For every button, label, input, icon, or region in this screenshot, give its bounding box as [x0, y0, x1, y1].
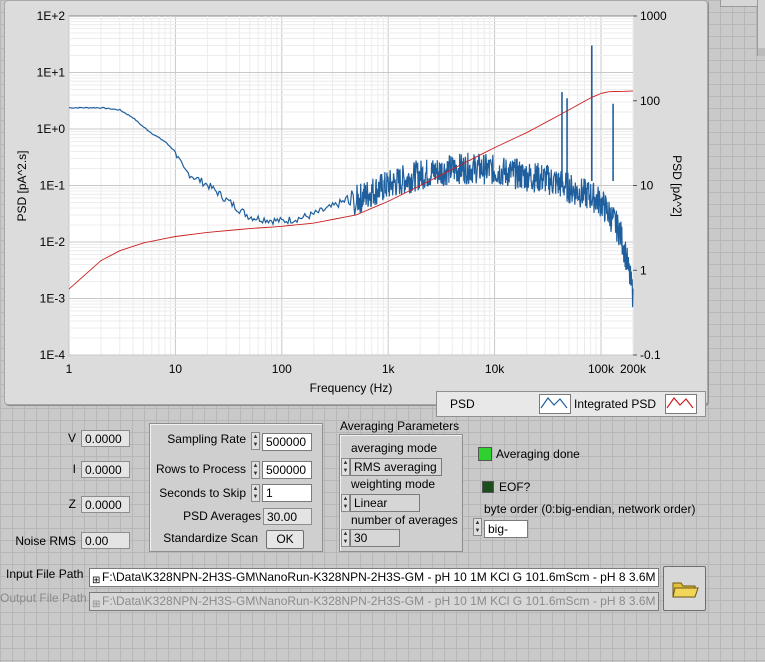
x-axis-label: Frequency (Hz) — [310, 381, 393, 395]
x-tick-label: 1 — [66, 362, 73, 376]
psd-averages-label: PSD Averages — [183, 509, 261, 523]
input-file-path-field[interactable]: ⊞ F:\Data\K328NPN-2H3S-GM\NanoRun-K328NP… — [89, 568, 659, 587]
y-tick-label: 1E+2 — [37, 9, 66, 23]
byte-order-label: byte order (0:big-endian, network order) — [484, 502, 696, 516]
eof-label: EOF? — [499, 480, 531, 494]
path-icon: ⊞ — [92, 575, 101, 586]
y2-tick-label: 100 — [640, 94, 660, 108]
plot-legend[interactable]: PSD Integrated PSD — [436, 391, 706, 417]
x-tick-label: 100k — [588, 362, 615, 376]
i-indicator: 0.0000 — [81, 461, 130, 478]
noise-rms-label: Noise RMS — [15, 534, 76, 548]
byte-order-select[interactable]: big- — [484, 520, 528, 538]
noise-rms-indicator: 0.00 — [81, 532, 130, 549]
averaging-mode-label: averaging mode — [351, 441, 438, 455]
standardize-scan-label: Standardize Scan — [163, 531, 258, 545]
z-label: Z — [68, 497, 76, 511]
x-tick-label: 10k — [485, 362, 505, 376]
number-of-averages-label: number of averages — [351, 513, 458, 527]
averaging-done-label: Averaging done — [496, 447, 580, 461]
x-tick-label: 1k — [382, 362, 396, 376]
y2-tick-label: -0.1 — [640, 348, 661, 362]
y-tick-label: 1E+1 — [37, 66, 66, 80]
averaging-done-led — [478, 447, 492, 461]
x-tick-label: 10 — [169, 362, 183, 376]
y-tick-label: 1E-2 — [40, 235, 66, 249]
y2-tick-label: 1 — [640, 263, 647, 277]
z-indicator: 0.0000 — [81, 496, 130, 513]
legend-integrated-swatch[interactable] — [665, 394, 697, 414]
y2-axis-label: PSD [pA^2] — [670, 155, 684, 217]
byte-order-spinner[interactable]: ▲ ▼ — [473, 518, 482, 536]
averaging-mode-select[interactable]: RMS averaging — [350, 458, 442, 476]
seconds-to-skip-input[interactable]: 1 — [262, 484, 312, 502]
rows-to-process-spinner[interactable]: ▲ ▼ — [251, 461, 260, 479]
x-tick-label: 200k — [620, 362, 647, 376]
weighting-mode-select[interactable]: Linear — [350, 494, 420, 512]
seconds-to-skip-label: Seconds to Skip — [159, 486, 246, 500]
output-file-path-field: ⊞ F:\Data\K328NPN-2H3S-GM\NanoRun-K328NP… — [89, 592, 659, 611]
y-tick-label: 1E-1 — [40, 179, 66, 193]
output-file-path-value: F:\Data\K328NPN-2H3S-GM\NanoRun-K328NPN-… — [102, 594, 656, 608]
y-axis-label: PSD [pA^2.s] — [15, 151, 29, 222]
weighting-mode-spinner[interactable]: ▲ ▼ — [341, 494, 350, 512]
number-of-averages-spinner[interactable]: ▲ ▼ — [341, 529, 350, 547]
number-of-averages-input[interactable]: 30 — [350, 529, 400, 547]
y-tick-label: 1E-4 — [40, 348, 66, 362]
sampling-rate-label: Sampling Rate — [167, 432, 246, 446]
y-tick-label: 1E+0 — [37, 122, 66, 136]
y2-tick-label: 10 — [640, 179, 654, 193]
eof-led — [482, 481, 494, 493]
rows-to-process-input[interactable]: 500000 — [262, 461, 312, 479]
y-tick-label: 1E-3 — [40, 292, 66, 306]
x-tick-label: 100 — [272, 362, 292, 376]
folder-icon — [671, 582, 699, 598]
i-label: I — [72, 462, 76, 476]
input-file-path-label: Input File Path — [6, 567, 84, 581]
vertical-scrollbar[interactable] — [757, 0, 765, 48]
averaging-mode-spinner[interactable]: ▲ ▼ — [341, 458, 350, 476]
weighting-mode-label: weighting mode — [351, 477, 436, 491]
output-file-path-label: Output File Path — [0, 591, 87, 605]
psd-averages-indicator: 30.00 — [263, 508, 312, 525]
tab-stub — [720, 0, 759, 7]
y2-tick-label: 1000 — [640, 9, 667, 23]
psd-graph: 1 10 100 1k 10k 100k 200k 1E+2 1E+1 1E+0 1E-1 1E-2 1… — [4, 0, 708, 405]
standardize-ok-button[interactable]: OK — [266, 530, 304, 549]
seconds-to-skip-spinner[interactable]: ▲ ▼ — [251, 484, 260, 502]
scrollbar-arrow[interactable] — [757, 48, 765, 56]
psd-chart-svg: 1 10 100 1k 10k 100k 200k 1E+2 1E+1 1E+0 1E-1 1E-2 1… — [15, 9, 684, 395]
averaging-parameters-title: Averaging Parameters — [340, 419, 460, 433]
sampling-rate-input[interactable]: 500000 — [262, 433, 312, 451]
legend-psd-swatch[interactable] — [539, 394, 571, 414]
input-file-path-value: F:\Data\K328NPN-2H3S-GM\NanoRun-K328NPN-… — [102, 570, 656, 584]
v-indicator: 0.0000 — [81, 430, 130, 447]
browse-button[interactable] — [663, 566, 706, 611]
rows-to-process-label: Rows to Process — [155, 462, 246, 476]
v-label: V — [67, 431, 76, 445]
path-icon: ⊞ — [92, 599, 101, 610]
sampling-rate-spinner[interactable]: ▲ ▼ — [251, 432, 260, 450]
legend-integrated-label: Integrated PSD — [574, 397, 657, 411]
legend-psd-label: PSD — [450, 397, 475, 411]
